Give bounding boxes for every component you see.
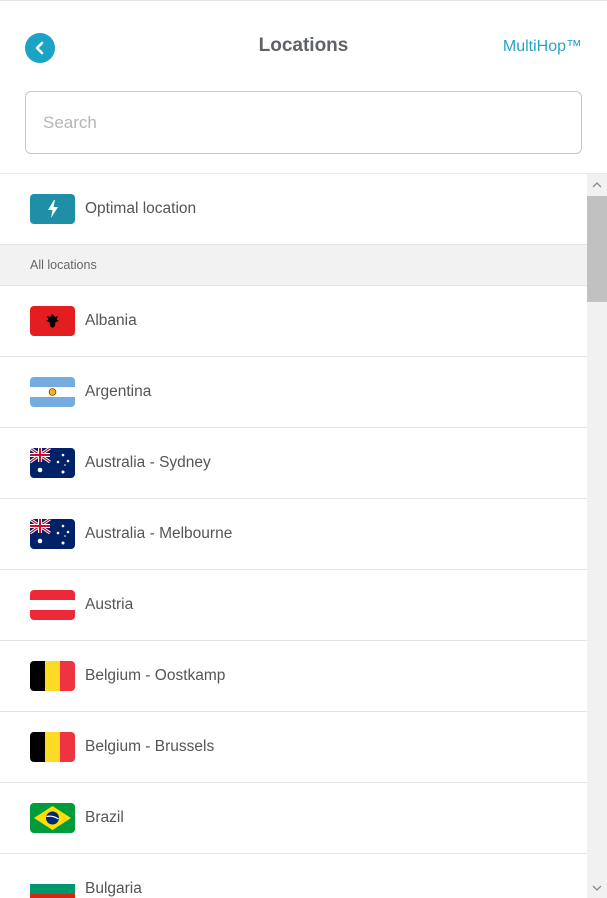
- list-scrollbar[interactable]: [587, 174, 607, 898]
- location-item-austria[interactable]: Austria: [0, 570, 587, 641]
- bulgaria-flag-icon: [30, 874, 75, 898]
- locations-list-container: Optimal location All locations Albania A…: [0, 173, 607, 898]
- location-item-albania[interactable]: Albania: [0, 286, 587, 357]
- austria-flag-icon: [30, 590, 75, 620]
- scroll-up-button[interactable]: [587, 174, 607, 196]
- belgium-flag-icon: [30, 661, 75, 691]
- chevron-up-icon: [592, 182, 602, 188]
- scrollbar-thumb[interactable]: [587, 196, 607, 302]
- location-item-australia-sydney[interactable]: Australia - Sydney: [0, 428, 587, 499]
- location-name: Austria: [85, 596, 134, 613]
- location-name: Bulgaria: [85, 880, 142, 897]
- location-name: Argentina: [85, 383, 152, 400]
- location-name: Albania: [85, 312, 137, 329]
- lightning-bolt-icon: [47, 200, 58, 218]
- search-input[interactable]: [26, 92, 581, 153]
- locations-list: Optimal location All locations Albania A…: [0, 174, 587, 898]
- location-item-australia-melbourne[interactable]: Australia - Melbourne: [0, 499, 587, 570]
- search-box: [25, 91, 582, 154]
- argentina-flag-icon: [30, 377, 75, 407]
- brazil-flag-icon: [30, 803, 75, 833]
- chevron-down-icon: [592, 885, 602, 891]
- location-name: Australia - Melbourne: [85, 525, 233, 542]
- location-name: Belgium - Oostkamp: [85, 667, 226, 684]
- australia-flag-icon: [30, 448, 75, 478]
- location-name: Belgium - Brussels: [85, 738, 215, 755]
- albania-flag-icon: [30, 306, 75, 336]
- location-name: Brazil: [85, 809, 124, 826]
- optimal-location-label: Optimal location: [85, 200, 197, 217]
- location-name: Australia - Sydney: [85, 454, 211, 471]
- location-item-brazil[interactable]: Brazil: [0, 783, 587, 854]
- location-item-bulgaria[interactable]: Bulgaria: [0, 854, 587, 898]
- app-header: Locations MultiHop™: [0, 0, 607, 92]
- australia-flag-icon: [30, 519, 75, 549]
- location-item-argentina[interactable]: Argentina: [0, 357, 587, 428]
- multihop-link[interactable]: MultiHop™: [503, 38, 582, 56]
- belgium-flag-icon: [30, 732, 75, 762]
- location-item-belgium-brussels[interactable]: Belgium - Brussels: [0, 712, 587, 783]
- optimal-location-badge: [30, 194, 75, 224]
- location-item-belgium-oostkamp[interactable]: Belgium - Oostkamp: [0, 641, 587, 712]
- scroll-down-button[interactable]: [587, 877, 607, 898]
- optimal-location-item[interactable]: Optimal location: [0, 174, 587, 245]
- all-locations-header: All locations: [0, 245, 587, 286]
